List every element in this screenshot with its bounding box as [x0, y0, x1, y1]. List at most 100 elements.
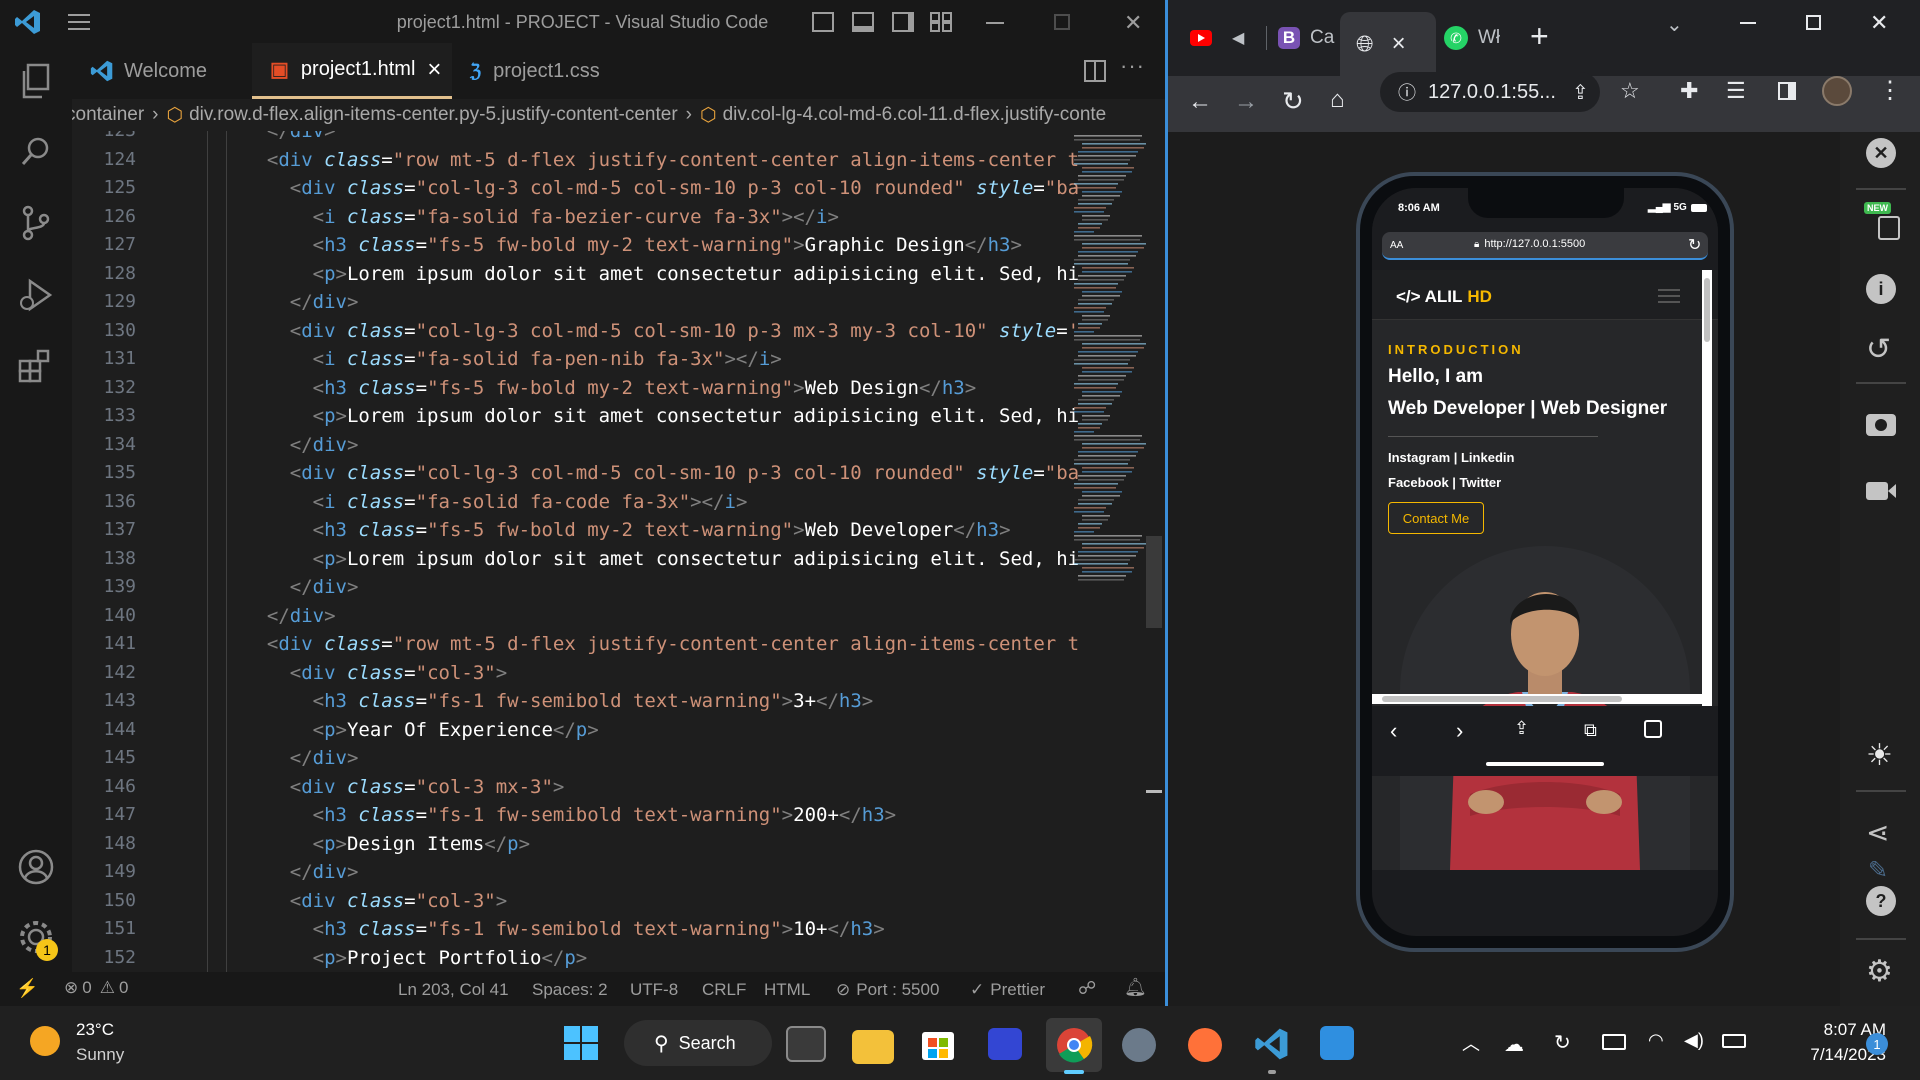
code-line[interactable]: 129 </div> [72, 288, 1165, 317]
minimize-icon[interactable] [986, 22, 1004, 24]
keyboard-icon[interactable] [1602, 1034, 1626, 1050]
tab-welcome[interactable]: Welcome [72, 43, 234, 99]
browser-tab-active[interactable]: 🌐︎ × [1340, 12, 1436, 76]
brightness-icon[interactable]: ☀ [1866, 738, 1893, 773]
weather-sun-icon[interactable] [30, 1026, 60, 1056]
info-icon[interactable]: i [1866, 274, 1896, 304]
remote-icon[interactable]: ⚡ [16, 978, 38, 999]
site-brand[interactable]: </> ALIL HD [1396, 287, 1492, 307]
record-video-icon[interactable] [1866, 482, 1896, 500]
notifications-bell-icon[interactable]: 🔔︎ [1124, 977, 1147, 998]
hamburger-menu-icon[interactable] [1658, 288, 1680, 304]
minimap[interactable] [1070, 131, 1150, 591]
code-line[interactable]: 127 <h3 class="fs-5 fw-bold my-2 text-wa… [72, 231, 1165, 260]
safari-address-bar[interactable]: AA 🔒︎ http://127.0.0.1:5500 ↻ [1382, 232, 1708, 260]
prettier-status[interactable]: ✓ Prettier [970, 980, 1045, 1000]
social-links-1[interactable]: Instagram | Linkedin [1388, 450, 1514, 465]
chrome-icon[interactable] [1046, 1018, 1102, 1072]
battery-charging-icon[interactable] [1722, 1034, 1746, 1048]
more-actions-icon[interactable]: ··· [1120, 53, 1145, 79]
line-ending[interactable]: CRLF [702, 980, 746, 1000]
settings-gear-icon[interactable]: ⚙ [1866, 954, 1893, 989]
layout-sidebar-icon[interactable] [812, 12, 834, 32]
code-line[interactable]: 126 <i class="fa-solid fa-bezier-curve f… [72, 203, 1165, 232]
social-links-2[interactable]: Facebook | Twitter [1388, 475, 1501, 490]
phone-share-icon[interactable]: ⇪ [1514, 718, 1529, 739]
live-server-port[interactable]: ⊘ Port : 5500 [836, 980, 939, 1000]
text-size-button[interactable]: AA [1390, 240, 1403, 251]
share-nodes-icon[interactable]: ⋖ [1866, 816, 1889, 849]
breadcrumb-item[interactable]: div.col-lg-4.col-md-6.col-11.d-flex.just… [723, 104, 1107, 126]
maximize-icon[interactable] [1806, 15, 1821, 30]
speaker-icon[interactable]: ◀︎ [1232, 28, 1244, 48]
split-editor-icon[interactable] [1084, 60, 1106, 82]
reload-icon[interactable]: ↻ [1282, 86, 1304, 117]
share-icon[interactable]: ⇪ [1572, 80, 1589, 105]
device-switch-icon[interactable] [1878, 216, 1900, 240]
vscode-taskbar-icon[interactable] [1254, 1026, 1290, 1062]
weather-temperature[interactable]: 23°C [76, 1020, 114, 1040]
page-scrollbar[interactable] [1702, 270, 1712, 746]
weather-condition[interactable]: Sunny [76, 1045, 124, 1065]
explorer-icon[interactable] [20, 63, 52, 99]
code-editor[interactable]: 123 </div>124 <div class="row mt-5 d-fle… [72, 131, 1165, 972]
code-line[interactable]: 148 <p>Design Items</p> [72, 830, 1165, 859]
tab-close-icon[interactable]: × [1392, 30, 1406, 58]
settings-gear-icon[interactable] [1122, 1028, 1156, 1062]
search-icon[interactable] [20, 135, 52, 167]
accounts-icon[interactable] [18, 849, 54, 885]
rotate-icon[interactable]: ↺ [1866, 332, 1891, 367]
phone-back-icon[interactable]: ‹ [1390, 718, 1397, 744]
indentation[interactable]: Spaces: 2 [532, 980, 608, 1000]
bookmark-star-icon[interactable]: ☆ [1620, 78, 1640, 104]
contact-me-button[interactable]: Contact Me [1388, 502, 1484, 534]
tab-project1-html[interactable]: ▣ project1.html × [252, 43, 452, 99]
address-bar[interactable]: ⓘ 127.0.0.1:55... [1380, 72, 1600, 112]
source-control-icon[interactable] [20, 205, 52, 241]
back-arrow-icon[interactable]: ← [1188, 88, 1212, 116]
code-line[interactable]: 144 <p>Year Of Experience</p> [72, 716, 1165, 745]
device-screen[interactable]: 8:06 AM ▂▄▆ 5G AA 🔒︎ http://127.0.0.1:55… [1372, 188, 1718, 936]
code-line[interactable]: 131 <i class="fa-solid fa-pen-nib fa-3x"… [72, 345, 1165, 374]
phone-reload-icon[interactable]: ↻ [1688, 235, 1701, 255]
code-line[interactable]: 135 <div class="col-lg-3 col-md-5 col-sm… [72, 459, 1165, 488]
code-line[interactable]: 142 <div class="col-3"> [72, 659, 1165, 688]
close-emulator-icon[interactable]: ✕ [1866, 138, 1896, 168]
microsoft-store-icon[interactable] [920, 1026, 956, 1062]
code-line[interactable]: 151 <h3 class="fs-1 fw-semibold text-war… [72, 915, 1165, 944]
code-line[interactable]: 149 </div> [72, 858, 1165, 887]
cursor-position[interactable]: Ln 203, Col 41 [398, 980, 509, 1000]
home-icon[interactable]: ⌂ [1330, 86, 1345, 114]
run-debug-icon[interactable] [18, 277, 54, 313]
feedback-icon[interactable]: ☍ [1078, 978, 1096, 999]
firefox-icon[interactable] [1188, 1028, 1222, 1062]
browser-tab-whatsapp[interactable]: ✆ Wł [1444, 24, 1500, 52]
side-panel-icon[interactable] [1778, 82, 1796, 100]
breadcrumb-item[interactable]: container [72, 104, 144, 126]
close-window-icon[interactable]: ✕ [1124, 10, 1142, 36]
site-info-icon[interactable]: ⓘ [1398, 79, 1416, 105]
app-icon[interactable] [988, 1028, 1022, 1060]
reading-list-icon[interactable]: ☰ [1726, 78, 1746, 104]
code-line[interactable]: 145 </div> [72, 744, 1165, 773]
code-line[interactable]: 124 <div class="row mt-5 d-flex justify-… [72, 146, 1165, 175]
code-line[interactable]: 133 <p>Lorem ipsum dolor sit amet consec… [72, 402, 1165, 431]
wifi-icon[interactable]: ◠ [1648, 1030, 1664, 1051]
phone-bookmarks-icon[interactable]: ⧉ [1584, 720, 1597, 741]
code-line[interactable]: 128 <p>Lorem ipsum dolor sit amet consec… [72, 260, 1165, 289]
screenshot-camera-icon[interactable] [1866, 414, 1896, 436]
code-line[interactable]: 125 <div class="col-lg-3 col-md-5 col-sm… [72, 174, 1165, 203]
editor-scrollbar[interactable] [1146, 536, 1162, 628]
code-line[interactable]: 123 </div> [72, 131, 1165, 146]
layout-panel-icon[interactable] [852, 12, 874, 32]
paint-app-icon[interactable] [1320, 1026, 1354, 1060]
tray-chevron-up-icon[interactable]: ︿ [1462, 1030, 1480, 1056]
file-explorer-icon[interactable] [852, 1030, 894, 1064]
close-window-icon[interactable]: ✕ [1870, 10, 1888, 36]
browser-tab-bootstrap[interactable]: B Ca [1278, 24, 1334, 52]
code-line[interactable]: 139 </div> [72, 573, 1165, 602]
onedrive-cloud-icon[interactable]: ☁ [1504, 1032, 1524, 1057]
code-line[interactable]: 152 <p>Project Portfolio</p> [72, 944, 1165, 973]
horizontal-scrollbar[interactable] [1372, 694, 1702, 704]
task-view-icon[interactable] [786, 1026, 826, 1062]
